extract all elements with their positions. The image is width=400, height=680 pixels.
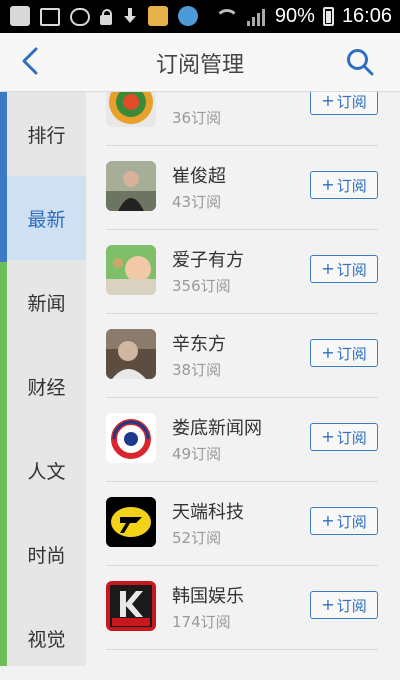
avatar: [106, 161, 156, 211]
avatar: [106, 581, 156, 631]
subscribe-button[interactable]: + 订阅: [310, 92, 378, 115]
sidebar-item-fashion[interactable]: 时尚: [7, 512, 86, 596]
list-item[interactable]: 天端科技 52订阅 + 订阅: [106, 481, 378, 566]
plus-icon: +: [321, 175, 335, 194]
lock-icon: [100, 9, 112, 25]
header-bar: 订阅管理: [0, 33, 400, 92]
subscriber-count: 38订阅: [172, 361, 222, 379]
subscribe-button[interactable]: + 订阅: [310, 423, 378, 451]
channel-name: 爱子有方: [172, 250, 244, 271]
subscriber-count: 49订阅: [172, 445, 222, 463]
subscribe-button[interactable]: + 订阅: [310, 339, 378, 367]
subscriber-count: 43订阅: [172, 193, 222, 211]
sidebar-item-ranking[interactable]: 排行: [7, 92, 86, 176]
subscriber-count: 52订阅: [172, 529, 222, 547]
category-sidebar: 排行 最新 新闻 财经 人文 时尚 视觉: [0, 92, 95, 666]
list-item[interactable]: 36订阅 + 订阅: [106, 92, 378, 146]
sidebar-color-strip: [0, 92, 7, 666]
wechat-icon: [70, 8, 90, 26]
subscribe-button[interactable]: + 订阅: [310, 255, 378, 283]
red-circle-logo-icon: [106, 413, 156, 463]
baby-photo-icon: [106, 245, 156, 295]
channel-name: 辛东方: [172, 334, 226, 355]
subscription-list: 36订阅 + 订阅 崔俊超 43订阅 + 订阅 爱子有方 356订阅 + 订阅 …: [86, 92, 400, 666]
plus-icon: +: [321, 595, 335, 614]
plus-icon: +: [321, 92, 335, 110]
wifi-icon: [214, 7, 239, 27]
channel-name: 天端科技: [172, 502, 244, 523]
yellow-logo-icon: [106, 497, 156, 547]
channel-name: 韩国娱乐: [172, 586, 244, 607]
plus-app-icon: [10, 6, 30, 26]
plus-icon: +: [321, 259, 335, 278]
channel-name: 娄底新闻网: [172, 418, 262, 439]
person-photo-icon: [106, 161, 156, 211]
avatar: [106, 245, 156, 295]
status-bar: 90% 16:06: [0, 0, 400, 33]
subscribe-label: 订阅: [336, 596, 367, 615]
subscribe-label: 订阅: [336, 428, 367, 447]
message-icon: [40, 8, 60, 26]
subscribe-label: 订阅: [336, 176, 367, 195]
subscriber-count: 356订阅: [172, 277, 231, 295]
channel-name: 崔俊超: [172, 166, 226, 187]
search-icon[interactable]: [346, 48, 374, 76]
subscribe-button[interactable]: + 订阅: [310, 591, 378, 619]
avatar: [106, 497, 156, 547]
notification-icons: [10, 6, 198, 26]
subscribe-label: 订阅: [336, 92, 367, 111]
plus-icon: +: [321, 427, 335, 446]
download-icon: [122, 6, 138, 26]
plus-icon: +: [321, 511, 335, 530]
plus-icon: +: [321, 343, 335, 362]
avatar: [106, 92, 156, 127]
subscriber-count: 36订阅: [172, 109, 222, 127]
list-item[interactable]: 崔俊超 43订阅 + 订阅: [106, 145, 378, 230]
subscribe-button[interactable]: + 订阅: [310, 507, 378, 535]
list-item[interactable]: 娄底新闻网 49订阅 + 订阅: [106, 397, 378, 482]
avatar: [106, 329, 156, 379]
app-notification-icon: [148, 6, 168, 26]
sidebar-item-visual[interactable]: 视觉: [7, 596, 86, 680]
battery-icon: [322, 7, 334, 26]
list-item[interactable]: 韩国娱乐 174订阅 + 订阅: [106, 565, 378, 650]
sidebar-item-news[interactable]: 新闻: [7, 260, 86, 344]
page-title: 订阅管理: [155, 53, 244, 78]
browser-notification-icon: [178, 6, 198, 26]
subscribe-label: 订阅: [336, 260, 367, 279]
clock: 16:06: [341, 5, 392, 27]
kpop-logo-icon: [106, 581, 156, 631]
subscriber-count: 174订阅: [172, 613, 231, 631]
sidebar-item-finance[interactable]: 财经: [7, 344, 86, 428]
subscribe-label: 订阅: [336, 512, 367, 531]
channel-logo-icon: [109, 92, 153, 124]
list-item[interactable]: 辛东方 38订阅 + 订阅: [106, 313, 378, 398]
battery-percent: 90%: [274, 5, 315, 27]
subscribe-button[interactable]: + 订阅: [310, 171, 378, 199]
sidebar-item-latest[interactable]: 最新: [7, 176, 95, 260]
signal-icon: [246, 8, 267, 26]
subscribe-label: 订阅: [336, 344, 367, 363]
sidebar-item-culture[interactable]: 人文: [7, 428, 86, 512]
list-item[interactable]: 爱子有方 356订阅 + 订阅: [106, 229, 378, 314]
man-photo-icon: [106, 329, 156, 379]
avatar: [106, 413, 156, 463]
